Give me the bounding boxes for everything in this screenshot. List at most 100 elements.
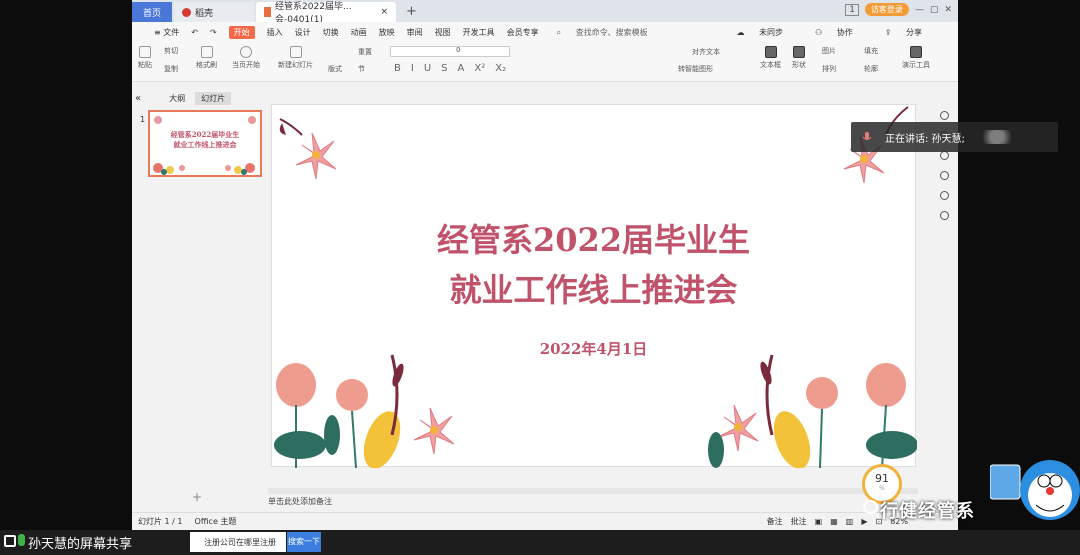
flowers-bottom-left bbox=[274, 354, 455, 468]
menu-home[interactable]: 开始 bbox=[228, 25, 255, 39]
reading-view-icon[interactable]: ▥ bbox=[846, 517, 854, 526]
paste-button[interactable]: 粘贴 bbox=[138, 46, 152, 70]
format-painter-button[interactable]: 格式刷 bbox=[196, 46, 217, 70]
taskbar-search-button[interactable]: 搜索一下 bbox=[287, 532, 321, 552]
slide-date[interactable]: 2022年4月1日 bbox=[272, 338, 915, 359]
outline-label: 轮廓 bbox=[864, 65, 878, 73]
font-color-icon[interactable]: A bbox=[458, 63, 465, 74]
comments-toggle[interactable]: 批注 bbox=[791, 516, 807, 527]
cut-button[interactable]: 剪切 bbox=[164, 46, 178, 56]
new-slide-button[interactable]: 新建幻灯片 bbox=[278, 46, 313, 70]
menu-slideshow[interactable]: 放映 bbox=[379, 27, 395, 38]
screen-share-label: 孙天慧的屏幕共享 bbox=[28, 537, 133, 552]
menu-design[interactable]: 设计 bbox=[295, 27, 311, 38]
shape-icon bbox=[793, 46, 805, 58]
menu-review[interactable]: 审阅 bbox=[407, 27, 423, 38]
presenter-tools-button[interactable]: 演示工具 bbox=[902, 46, 930, 70]
tab-daoke[interactable]: 稻壳 bbox=[174, 2, 254, 22]
fill-button[interactable]: 填充 bbox=[864, 46, 878, 56]
notes-toggle[interactable]: 备注 bbox=[767, 516, 783, 527]
slide-title-line2[interactable]: 就业工作线上推进会 bbox=[272, 265, 915, 311]
subscript-icon[interactable]: X₂ bbox=[495, 63, 506, 74]
tab-home[interactable]: 首页 bbox=[132, 2, 172, 22]
tab-daoke-label: 稻壳 bbox=[195, 8, 214, 19]
tab-outline[interactable]: 大纲 bbox=[163, 92, 191, 105]
tab-document[interactable]: 经管系2022届毕...会-0401(1) × bbox=[256, 2, 396, 25]
menu-member[interactable]: 会员专享 bbox=[507, 27, 539, 38]
menu-developer[interactable]: 开发工具 bbox=[463, 27, 495, 38]
font-name-select[interactable] bbox=[390, 46, 510, 57]
underline-icon[interactable]: U bbox=[424, 63, 431, 74]
slide-canvas[interactable]: 经管系2022届毕业生 就业工作线上推进会 2022年4月1日 bbox=[271, 104, 917, 468]
status-bar: 幻灯片 1 / 1 Office 主题 备注 批注 ▣ ▦ ▥ ▶ ⊡ 82% bbox=[132, 512, 958, 530]
slide-counter: 幻灯片 1 / 1 bbox=[138, 517, 183, 526]
align-text-button[interactable]: 对齐文本 bbox=[692, 47, 720, 57]
menu-transition[interactable]: 切换 bbox=[323, 27, 339, 38]
blurred-avatar bbox=[976, 130, 1017, 144]
sorter-view-icon[interactable]: ▦ bbox=[830, 517, 838, 526]
bold-icon[interactable]: B bbox=[394, 63, 401, 74]
section-button[interactable]: 节 bbox=[358, 64, 365, 74]
visitor-login-button[interactable]: 访客登录 bbox=[864, 3, 909, 16]
menu-insert[interactable]: 插入 bbox=[267, 27, 283, 38]
slide-thumbnail[interactable]: 经管系2022届毕业生 就业工作线上推进会 bbox=[148, 110, 262, 177]
shape-button[interactable]: 形状 bbox=[792, 46, 806, 70]
tab-slides[interactable]: 幻灯片 bbox=[195, 91, 232, 105]
file-menu[interactable]: ≡ 文件 bbox=[154, 27, 179, 38]
superscript-icon[interactable]: X² bbox=[474, 63, 485, 74]
undo-icon[interactable]: ↶ bbox=[191, 28, 198, 37]
location-icon[interactable] bbox=[939, 211, 949, 220]
copy-button[interactable]: 复制 bbox=[164, 64, 178, 74]
outline-button[interactable]: 轮廓 bbox=[864, 64, 878, 74]
font-size-select[interactable]: 0 bbox=[456, 46, 460, 54]
help-icon[interactable] bbox=[939, 171, 949, 180]
textbox-button[interactable]: 文本框 bbox=[760, 46, 781, 70]
close-window-icon[interactable]: ✕ bbox=[944, 5, 952, 15]
picture-button[interactable]: 图片 bbox=[822, 46, 836, 56]
command-search[interactable]: ⌕ 查找命令、搜索模板 bbox=[557, 27, 660, 38]
new-tab-button[interactable]: + bbox=[398, 2, 425, 22]
taskbar-browser-label: 注册公司在哪里注册 bbox=[204, 537, 276, 547]
font-style-group: B I U S A X² X₂ bbox=[394, 63, 506, 74]
smartart-button[interactable]: 转智能图形 bbox=[678, 64, 713, 74]
animation-icon[interactable] bbox=[939, 151, 949, 160]
close-tab-icon[interactable]: × bbox=[380, 7, 388, 17]
restore-icon[interactable]: ▢ bbox=[930, 5, 939, 15]
theme-name[interactable]: Office 主题 bbox=[195, 516, 237, 527]
notes-placeholder[interactable]: 单击此处添加备注 bbox=[268, 496, 332, 507]
reset-button[interactable]: 重置 bbox=[358, 47, 372, 57]
from-current-label: 当页开始 bbox=[232, 61, 260, 69]
menu-animation[interactable]: 动画 bbox=[351, 27, 367, 38]
italic-icon[interactable]: I bbox=[411, 63, 414, 74]
watermark: 行健经管系 bbox=[880, 501, 975, 522]
strike-icon[interactable]: S bbox=[441, 63, 447, 74]
speaking-indicator: 正在讲话: 孙天慧; bbox=[851, 122, 1058, 152]
redo-icon[interactable]: ↷ bbox=[210, 28, 217, 37]
from-current-button[interactable]: 当页开始 bbox=[232, 46, 260, 70]
layout-button[interactable]: 版式 bbox=[328, 64, 342, 74]
slide-title-line1[interactable]: 经管系2022届毕业生 bbox=[272, 215, 915, 261]
notes-divider[interactable] bbox=[268, 488, 918, 494]
reset-label: 重置 bbox=[358, 48, 372, 56]
minimize-icon[interactable]: — bbox=[915, 5, 924, 15]
unsync-button[interactable]: ☁ 未同步 bbox=[736, 27, 795, 38]
menu-view[interactable]: 视图 bbox=[435, 27, 451, 38]
taskbar-browser-item[interactable]: 注册公司在哪里注册 bbox=[190, 532, 286, 552]
play-icon[interactable]: ▶ bbox=[861, 517, 867, 526]
properties-icon[interactable] bbox=[939, 111, 949, 120]
collab-label: 协作 bbox=[836, 27, 853, 37]
collab-button[interactable]: ⚇ 协作 bbox=[815, 27, 865, 38]
cloud-icon: ☁ bbox=[736, 27, 748, 37]
arrange-button[interactable]: 排列 bbox=[822, 64, 836, 74]
performance-value: 91 bbox=[875, 472, 889, 485]
share-button[interactable]: ⇪ 分享 bbox=[885, 27, 934, 38]
normal-view-icon[interactable]: ▣ bbox=[815, 517, 823, 526]
backup-icon[interactable] bbox=[939, 191, 949, 200]
add-slide-button[interactable]: + bbox=[192, 490, 202, 504]
layout-label: 版式 bbox=[328, 65, 342, 73]
collapse-panel-icon[interactable]: « bbox=[135, 93, 141, 104]
smartart-label: 转智能图形 bbox=[678, 65, 713, 73]
screen-share-icon bbox=[4, 535, 16, 547]
new-slide-label: 新建幻灯片 bbox=[278, 61, 313, 69]
format-painter-label: 格式刷 bbox=[196, 61, 217, 69]
